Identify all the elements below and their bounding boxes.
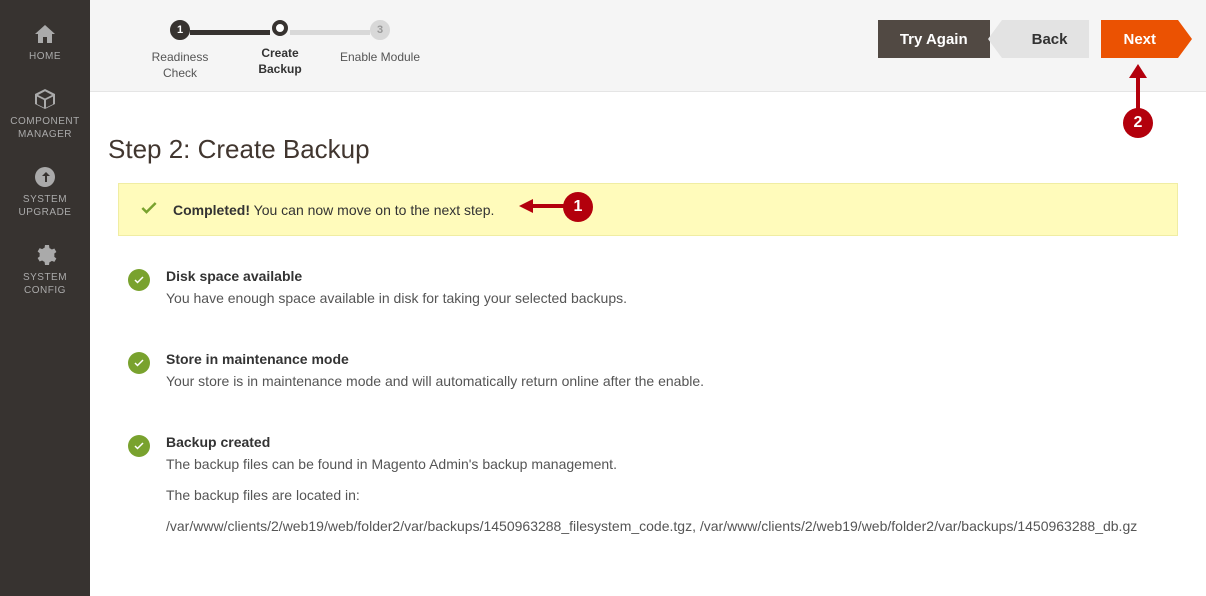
step-number (272, 20, 288, 36)
package-icon (33, 87, 57, 111)
section-text: The backup files can be found in Magento… (166, 454, 1137, 475)
step-label: Readiness Check (152, 50, 209, 81)
upgrade-icon (33, 165, 57, 189)
sidebar: HOME COMPONENT MANAGER SYSTEM UPGRADE SY… (0, 0, 90, 596)
section-text: You have enough space available in disk … (166, 288, 627, 309)
sidebar-item-component-manager[interactable]: COMPONENT MANAGER (6, 75, 84, 153)
step-connector (190, 30, 270, 35)
sidebar-item-label: SYSTEM UPGRADE (19, 193, 72, 219)
annotation-arrow-completed (519, 194, 569, 221)
check-icon (139, 198, 159, 221)
try-again-button[interactable]: Try Again (878, 20, 990, 58)
success-icon (128, 269, 150, 291)
action-buttons: Try Again Back Next (878, 20, 1178, 58)
page-title: Step 2: Create Backup (108, 134, 1178, 165)
topbar: 1 Readiness Check Create Backup 3 Enable… (90, 0, 1206, 92)
sidebar-item-system-config[interactable]: SYSTEM CONFIG (19, 231, 71, 309)
success-icon (128, 352, 150, 374)
completed-alert: Completed! You can now move on to the ne… (118, 183, 1178, 236)
section-maintenance-mode: Store in maintenance mode Your store is … (118, 351, 1178, 402)
success-icon (128, 435, 150, 457)
section-text: Your store is in maintenance mode and wi… (166, 371, 704, 392)
sidebar-item-label: HOME (29, 50, 61, 63)
content: Step 2: Create Backup Completed! You can… (90, 92, 1206, 547)
alert-strong: Completed! (173, 202, 250, 218)
sidebar-item-label: COMPONENT MANAGER (10, 115, 80, 141)
step-number: 1 (170, 20, 190, 40)
main: 1 Readiness Check Create Backup 3 Enable… (90, 0, 1206, 596)
section-title: Backup created (166, 434, 1137, 450)
next-button[interactable]: Next (1101, 20, 1178, 58)
step-number: 3 (370, 20, 390, 40)
sidebar-item-system-upgrade[interactable]: SYSTEM UPGRADE (15, 153, 76, 231)
section-title: Store in maintenance mode (166, 351, 704, 367)
section-text: /var/www/clients/2/web19/web/folder2/var… (166, 516, 1137, 537)
sidebar-item-home[interactable]: HOME (25, 10, 65, 75)
section-disk-space: Disk space available You have enough spa… (118, 268, 1178, 319)
alert-text: You can now move on to the next step. (250, 202, 494, 218)
section-backup-created: Backup created The backup files can be f… (118, 434, 1178, 547)
step-label: Enable Module (340, 50, 420, 66)
gear-icon (33, 243, 57, 267)
step-create-backup[interactable]: Create Backup (230, 20, 330, 77)
section-title: Disk space available (166, 268, 627, 284)
home-icon (33, 22, 57, 46)
step-enable-module[interactable]: 3 Enable Module (330, 20, 430, 66)
sidebar-item-label: SYSTEM CONFIG (23, 271, 67, 297)
section-text: The backup files are located in: (166, 485, 1137, 506)
annotation-badge-1: 1 (563, 192, 593, 222)
step-label: Create Backup (258, 46, 301, 77)
alert-message: Completed! You can now move on to the ne… (173, 202, 494, 218)
stepper: 1 Readiness Check Create Backup 3 Enable… (130, 20, 430, 81)
back-button[interactable]: Back (1002, 20, 1090, 58)
step-connector (290, 30, 370, 35)
